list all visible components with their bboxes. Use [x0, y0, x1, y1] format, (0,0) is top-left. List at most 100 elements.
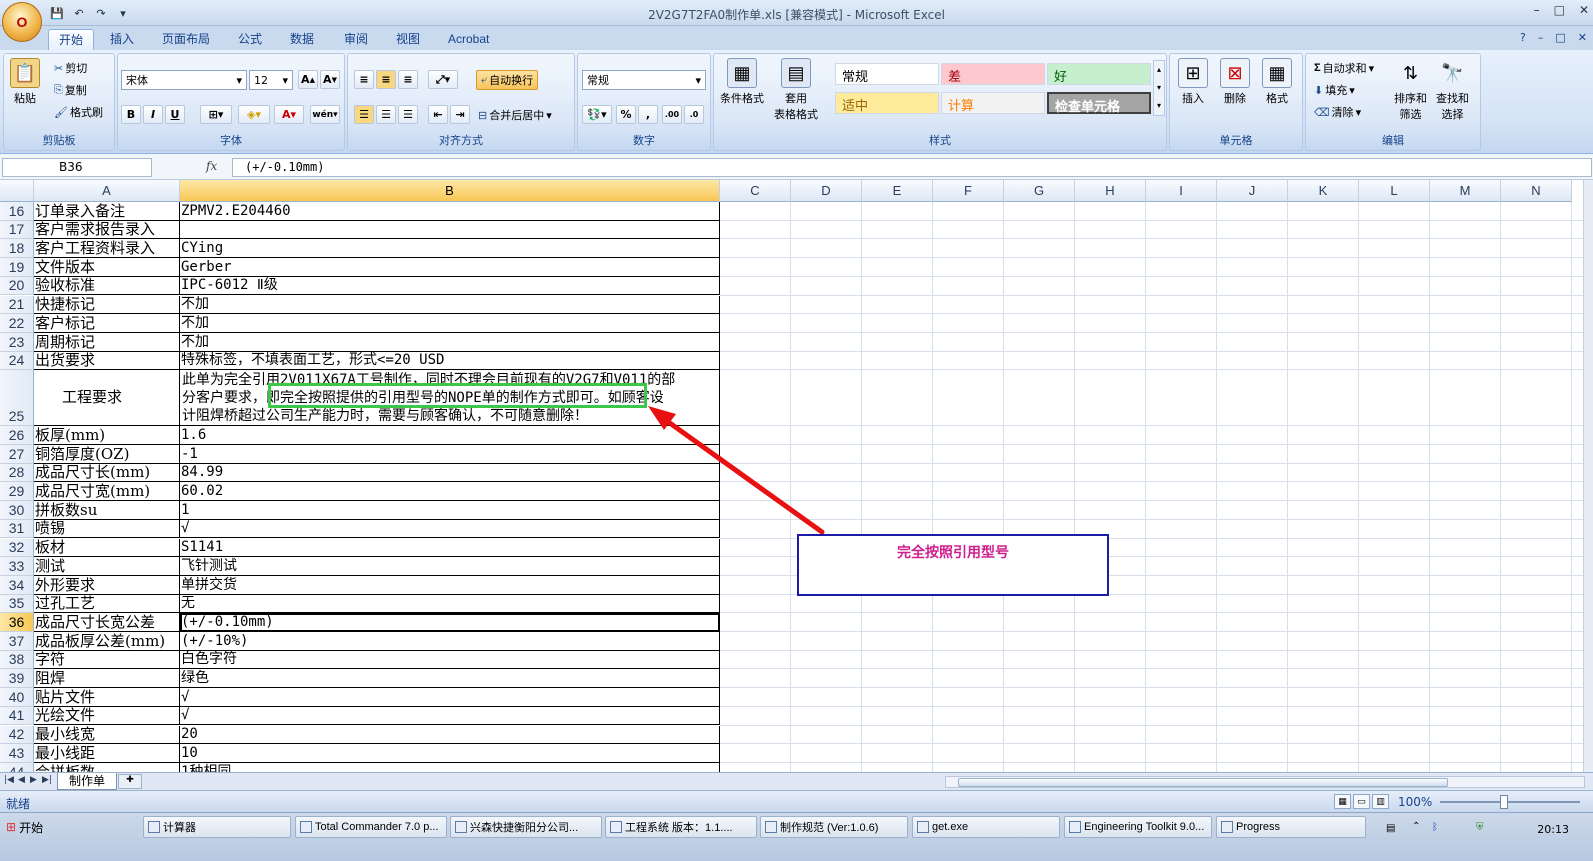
column-header-g[interactable]: G: [1004, 180, 1075, 202]
help-icon[interactable]: ?: [1520, 31, 1526, 44]
decrease-decimal-icon[interactable]: .0: [684, 105, 704, 124]
tab-acrobat[interactable]: Acrobat: [438, 29, 499, 50]
cell-a[interactable]: 阻焊: [34, 669, 180, 689]
wrap-text-button[interactable]: ⤶ 自动换行: [476, 70, 539, 90]
cell-b[interactable]: 不加: [180, 332, 720, 352]
cell-b[interactable]: S1141: [180, 538, 720, 558]
column-header-h[interactable]: H: [1075, 180, 1146, 202]
row-header[interactable]: 36: [0, 613, 34, 632]
cell-a[interactable]: 快捷标记: [34, 295, 180, 315]
cell-b[interactable]: 60.02: [180, 482, 720, 502]
cell-b[interactable]: 绿色: [180, 669, 720, 689]
insert-cells-button[interactable]: ⊞ 插入: [1178, 58, 1208, 106]
row-header[interactable]: 16: [0, 202, 34, 221]
column-header-f[interactable]: F: [933, 180, 1004, 202]
italic-button[interactable]: I: [143, 105, 163, 124]
office-button[interactable]: O: [2, 2, 42, 42]
insert-sheet-icon[interactable]: ✚: [118, 774, 142, 789]
cell-b[interactable]: CYing: [180, 239, 720, 259]
ribbon-restore-icon[interactable]: □: [1555, 31, 1565, 44]
tab-insert[interactable]: 插入: [100, 29, 144, 50]
select-all-corner[interactable]: [0, 180, 34, 202]
styles-scroll[interactable]: ▴ ▾ ▾: [1153, 60, 1165, 116]
bluetooth-icon[interactable]: ᛒ: [1432, 822, 1438, 833]
cell-a[interactable]: 成品板厚公差(mm): [34, 632, 180, 651]
ribbon-minimize-icon[interactable]: –: [1538, 31, 1544, 44]
cell-a[interactable]: 外形要求: [34, 575, 180, 595]
sort-filter-button[interactable]: ⇅ 排序和 筛选: [1394, 58, 1427, 122]
cell-a[interactable]: 客户标记: [34, 314, 180, 333]
zoom-slider[interactable]: [1440, 801, 1580, 803]
cell-a[interactable]: 字符: [34, 650, 180, 670]
sheet-tab-active[interactable]: 制作单: [57, 773, 117, 790]
row-header[interactable]: 24: [0, 351, 34, 371]
align-left-icon[interactable]: ☰: [354, 105, 374, 124]
grow-font-button[interactable]: A ▲: [298, 70, 318, 89]
cell-b[interactable]: √: [180, 688, 720, 707]
underline-button[interactable]: U: [165, 105, 185, 124]
column-header-i[interactable]: I: [1146, 180, 1217, 202]
phonetic-button[interactable]: wén▾: [310, 105, 340, 124]
row-header[interactable]: 41: [0, 706, 34, 726]
column-header-a[interactable]: A: [34, 180, 180, 202]
autosum-button[interactable]: Σ 自动求和 ▾: [1314, 60, 1374, 76]
cell-a[interactable]: 过孔工艺: [34, 594, 180, 614]
column-header-c[interactable]: C: [720, 180, 791, 202]
percent-icon[interactable]: %: [616, 105, 636, 124]
clear-button[interactable]: ⌫ 清除 ▾: [1314, 104, 1361, 120]
first-sheet-icon[interactable]: |◀: [4, 775, 14, 785]
cell-a[interactable]: 拼板数su: [34, 501, 180, 520]
accounting-format-icon[interactable]: 💱▾: [582, 105, 612, 124]
next-sheet-icon[interactable]: ▶: [30, 775, 37, 785]
row-header[interactable]: 35: [0, 594, 34, 614]
cell-a[interactable]: 成品尺寸宽(mm): [34, 482, 180, 502]
row-header[interactable]: 39: [0, 669, 34, 689]
cell-b[interactable]: 单拼交货: [180, 575, 720, 595]
column-header-b[interactable]: B: [180, 180, 720, 202]
comma-icon[interactable]: ,: [638, 105, 658, 124]
tab-data[interactable]: 数据: [280, 29, 324, 50]
vertical-scrollbar[interactable]: [1583, 180, 1593, 792]
bold-button[interactable]: B: [121, 105, 141, 124]
cell-b[interactable]: 白色字符: [180, 650, 720, 670]
normal-view-icon[interactable]: ▦: [1334, 794, 1351, 809]
zoom-slider-thumb[interactable]: [1500, 795, 1508, 809]
align-right-icon[interactable]: ☰: [398, 105, 418, 124]
cell-b[interactable]: IPC-6012 Ⅱ级: [180, 276, 720, 296]
align-middle-icon[interactable]: ≡: [376, 70, 396, 89]
cell-b[interactable]: 84.99: [180, 463, 720, 483]
shield-icon[interactable]: ⛨: [1476, 822, 1484, 833]
cell-a[interactable]: 客户需求报告录入: [34, 220, 180, 240]
name-box[interactable]: B36: [2, 158, 152, 177]
find-select-button[interactable]: 🔭 查找和 选择: [1436, 58, 1469, 122]
network-icon[interactable]: ▤: [1386, 823, 1395, 834]
cell-a[interactable]: 光绘文件: [34, 706, 180, 726]
conditional-format-button[interactable]: ▦ 条件格式: [720, 58, 764, 106]
cell-a[interactable]: 最小线宽: [34, 725, 180, 745]
align-top-icon[interactable]: ≡: [354, 70, 374, 89]
row-header[interactable]: 23: [0, 332, 34, 352]
align-center-icon[interactable]: ☰: [376, 105, 396, 124]
tab-view[interactable]: 视图: [386, 29, 430, 50]
cell-b[interactable]: ZPMV2.E204460: [180, 202, 720, 221]
taskbar-task[interactable]: Engineering Toolkit 9.0...: [1064, 816, 1212, 838]
row-header[interactable]: 20: [0, 276, 34, 296]
tab-review[interactable]: 审阅: [334, 29, 378, 50]
cell-b[interactable]: [180, 220, 720, 240]
maximize-icon[interactable]: □: [1554, 3, 1565, 17]
cell-a[interactable]: 文件版本: [34, 258, 180, 277]
taskbar-task[interactable]: 计算器: [143, 816, 291, 838]
cell-a[interactable]: 最小线距: [34, 744, 180, 763]
cell-a[interactable]: 铜箔厚度(OZ): [34, 445, 180, 464]
zoom-level[interactable]: 100%: [1398, 795, 1432, 809]
cell-b[interactable]: 飞针测试: [180, 557, 720, 576]
column-header-n[interactable]: N: [1501, 180, 1572, 202]
shrink-font-button[interactable]: A ▼: [320, 70, 340, 89]
cell-a[interactable]: 验收标准: [34, 276, 180, 296]
row-header[interactable]: 37: [0, 632, 34, 651]
borders-button[interactable]: ⊞▾: [200, 105, 232, 124]
font-color-button[interactable]: A▾: [274, 105, 304, 124]
row-header[interactable]: 33: [0, 557, 34, 576]
workbook-close-icon[interactable]: ✕: [1578, 31, 1587, 44]
font-size-combo[interactable]: 12 ▾: [249, 70, 293, 90]
